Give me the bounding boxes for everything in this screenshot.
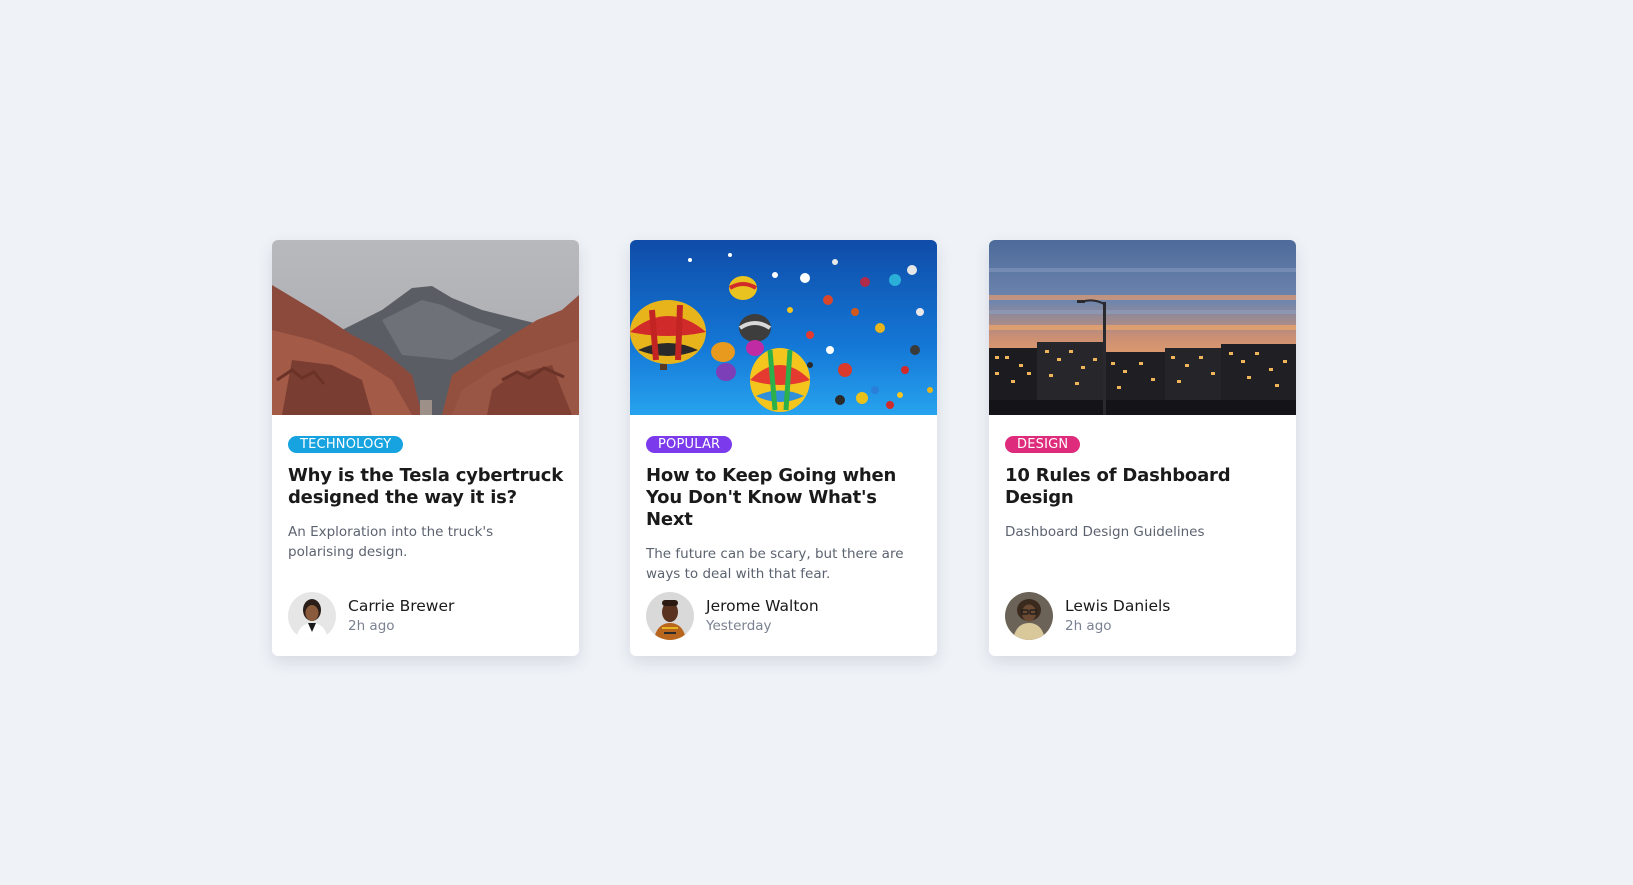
author-name[interactable]: Lewis Daniels	[1065, 596, 1170, 616]
article-card[interactable]: TECHNOLOGY Why is the Tesla cybertruck d…	[272, 240, 579, 656]
avatar[interactable]	[646, 592, 694, 640]
article-title[interactable]: Why is the Tesla cybertruck designed the…	[288, 465, 563, 509]
canyon-mountains-image	[272, 240, 579, 415]
avatar[interactable]	[288, 592, 336, 640]
card-body: POPULAR How to Keep Going when You Don't…	[646, 433, 921, 656]
post-time: 2h ago	[348, 618, 395, 634]
author-block: Carrie Brewer 2h ago	[288, 592, 454, 640]
author-name[interactable]: Carrie Brewer	[348, 596, 454, 616]
author-name[interactable]: Jerome Walton	[706, 596, 819, 616]
post-time: Yesterday	[706, 618, 772, 634]
category-tag[interactable]: DESIGN	[1005, 436, 1081, 453]
city-sunset-image	[989, 240, 1296, 415]
card-body: DESIGN 10 Rules of Dashboard Design Dash…	[1005, 433, 1280, 656]
article-title[interactable]: 10 Rules of Dashboard Design	[1005, 465, 1280, 509]
article-excerpt: The future can be scary, but there are w…	[646, 546, 904, 582]
article-excerpt: An Exploration into the truck's polarisi…	[288, 524, 494, 560]
article-title[interactable]: How to Keep Going when You Don't Know Wh…	[646, 465, 921, 531]
post-time: 2h ago	[1065, 618, 1112, 634]
category-tag[interactable]: TECHNOLOGY	[288, 436, 404, 453]
hot-air-balloons-image	[630, 240, 937, 415]
card-body: TECHNOLOGY Why is the Tesla cybertruck d…	[288, 433, 563, 656]
article-excerpt: Dashboard Design Guidelines	[1005, 524, 1205, 540]
article-card[interactable]: DESIGN 10 Rules of Dashboard Design Dash…	[989, 240, 1296, 656]
author-block: Jerome Walton Yesterday	[646, 592, 819, 640]
avatar[interactable]	[1005, 592, 1053, 640]
article-card[interactable]: POPULAR How to Keep Going when You Don't…	[630, 240, 937, 656]
category-tag[interactable]: POPULAR	[646, 436, 733, 453]
author-block: Lewis Daniels 2h ago	[1005, 592, 1170, 640]
